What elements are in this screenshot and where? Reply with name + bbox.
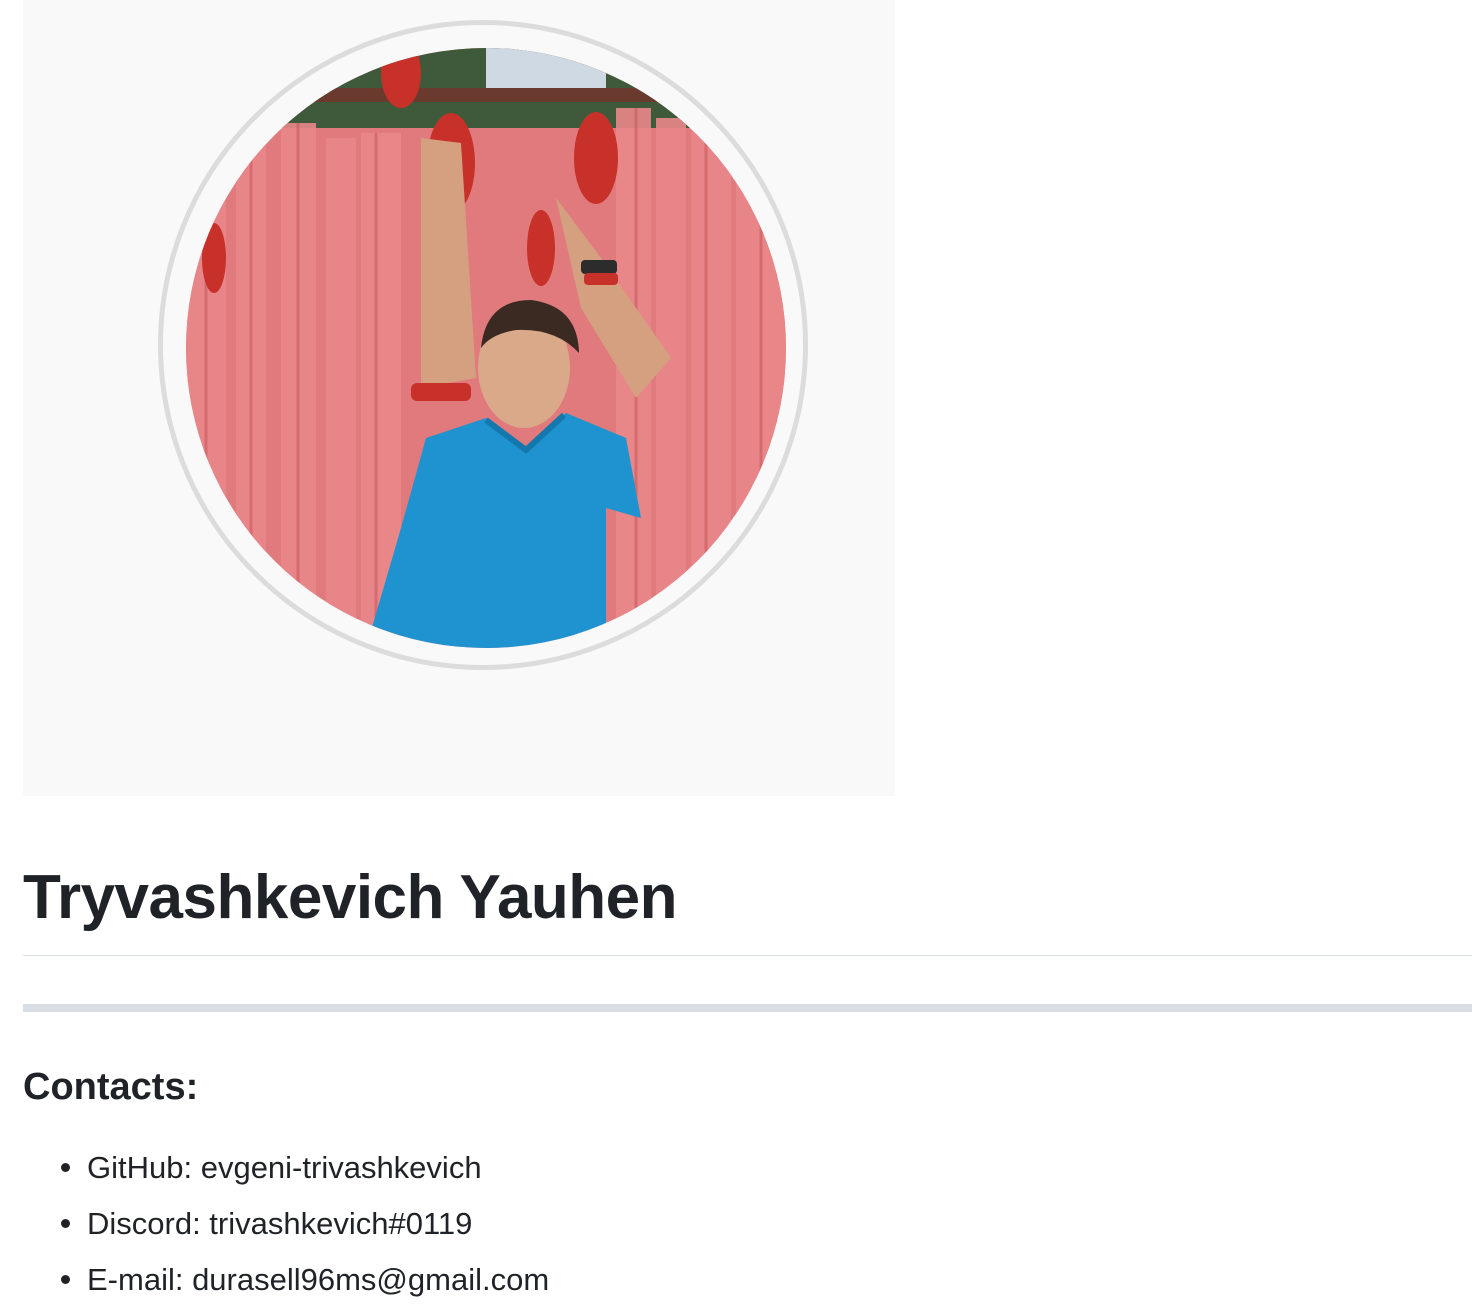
bullet-icon [61,1163,70,1172]
contact-label: E-mail: durasell96ms@gmail.com [87,1262,550,1297]
avatar [186,48,786,648]
page-title: Tryvashkevich Yauhen [23,863,678,932]
bullet-icon [61,1219,70,1228]
contacts-heading: Contacts: [23,1066,199,1108]
section-divider [23,1004,1472,1012]
contact-label: GitHub: evgeni-trivashkevich [87,1150,482,1185]
contact-item-github: GitHub: evgeni-trivashkevich [23,1142,549,1198]
bullet-icon [61,1275,70,1284]
contacts-list: GitHub: evgeni-trivashkevich Discord: tr… [23,1142,549,1310]
contact-item-discord: Discord: trivashkevich#0119 [23,1198,549,1254]
avatar-panel [23,0,895,796]
contact-item-email: E-mail: durasell96ms@gmail.com [23,1254,549,1310]
contact-label: Discord: trivashkevich#0119 [87,1206,473,1241]
heading-divider [23,955,1472,956]
avatar-image [186,48,786,648]
